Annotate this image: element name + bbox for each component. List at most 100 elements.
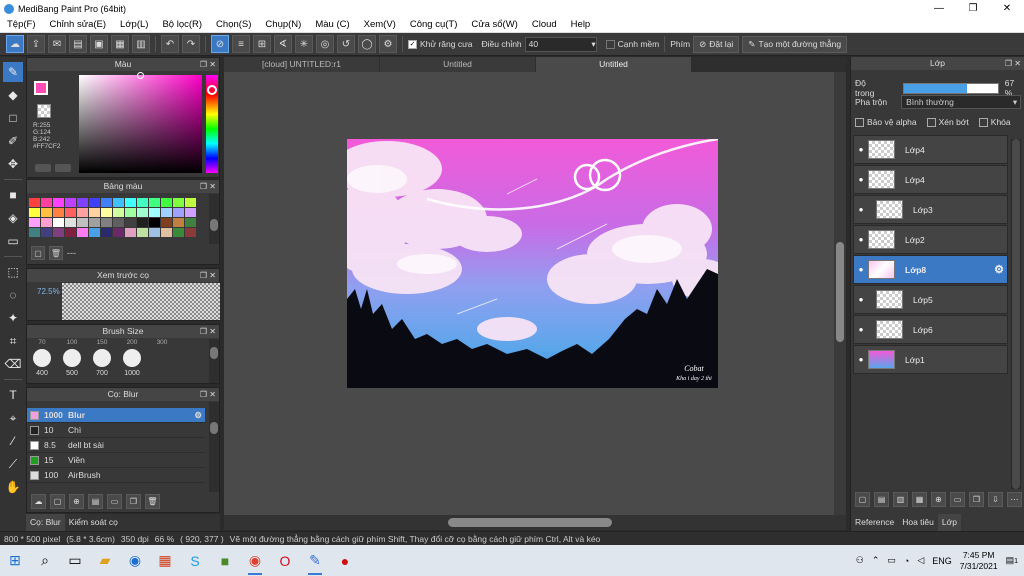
blur-tool-icon[interactable]: ✐: [3, 131, 23, 151]
office-icon[interactable]: ▦: [150, 545, 180, 576]
windows-start-icon[interactable]: ⊞: [0, 545, 30, 576]
menu-layer[interactable]: Lớp(L): [113, 19, 155, 30]
move-tool-icon[interactable]: ✥: [3, 154, 23, 174]
more-icon[interactable]: ⋯: [1007, 492, 1022, 507]
brush-size-scrollbar[interactable]: [209, 339, 219, 383]
adjust-select[interactable]: 40 ▾: [524, 36, 597, 52]
select-eraser-tool-icon[interactable]: ⌫: [3, 354, 23, 374]
eye-icon[interactable]: ●: [854, 205, 868, 214]
palette-swatch[interactable]: [173, 228, 184, 237]
radial-snap-icon[interactable]: ✳: [295, 35, 313, 53]
notification-icon[interactable]: ▤1: [1006, 555, 1018, 566]
file-explorer-icon[interactable]: ▰: [90, 545, 120, 576]
medibang-icon[interactable]: ✎: [300, 545, 330, 576]
reset-button[interactable]: ⊘ Đặt lại: [693, 35, 740, 53]
layer-item[interactable]: ● Lớp4: [853, 165, 1008, 194]
layer-item[interactable]: ● Lớp8 ⚙: [853, 255, 1008, 284]
parallel-snap-icon[interactable]: ≡: [232, 35, 250, 53]
palette-swatch[interactable]: [65, 228, 76, 237]
add-layer-dropdown-icon[interactable]: ⊕: [931, 492, 946, 507]
select-pen-tool-icon[interactable]: ⌗: [3, 331, 23, 351]
ellipse-snap-icon[interactable]: ◯: [358, 35, 376, 53]
palette-swatch[interactable]: [125, 228, 136, 237]
add-brush-icon[interactable]: ⊕: [69, 494, 84, 509]
palette-swatch[interactable]: [161, 208, 172, 217]
panel-close-icon[interactable]: ❐ ✕: [200, 388, 216, 401]
palette-swatch[interactable]: [161, 228, 172, 237]
palette-swatch[interactable]: [149, 228, 160, 237]
tab-document-untitled-active[interactable]: Untitled: [536, 57, 691, 72]
layer-item[interactable]: ● Lớp3: [853, 195, 1008, 224]
palette-swatch[interactable]: [125, 208, 136, 217]
menu-select[interactable]: Chọn(S): [209, 19, 258, 30]
brush-item[interactable]: 8.5 dell bt sài: [27, 438, 205, 453]
palette-swatch[interactable]: [65, 198, 76, 207]
artwork-canvas[interactable]: Cobat Kha i day 2 thi: [347, 139, 718, 388]
palette-swatch[interactable]: [137, 228, 148, 237]
search-icon[interactable]: ⌕: [30, 545, 60, 576]
swap-color-button[interactable]: [35, 164, 51, 172]
menu-capture[interactable]: Chụp(N): [258, 19, 308, 30]
network-icon[interactable]: ◔: [904, 556, 909, 566]
new-brush-icon[interactable]: ▢: [50, 494, 65, 509]
brush-list-scrollbar[interactable]: [209, 402, 219, 492]
gear-icon[interactable]: ⚙: [994, 263, 1004, 276]
palette-swatch[interactable]: [113, 208, 124, 217]
panel-close-icon[interactable]: ❐ ✕: [200, 269, 216, 282]
palette-swatch[interactable]: [113, 218, 124, 227]
chevron-up-icon[interactable]: ⌃: [872, 555, 880, 566]
merge-down-icon[interactable]: ⇩: [988, 492, 1003, 507]
cloud-brush-icon[interactable]: ☁: [31, 494, 46, 509]
hand-tool-icon[interactable]: ✋: [3, 477, 23, 497]
protect-alpha-checkbox[interactable]: [855, 117, 864, 127]
palette-swatch[interactable]: [41, 198, 52, 207]
palette-swatch[interactable]: [29, 218, 40, 227]
dot-tool-icon[interactable]: □: [3, 108, 23, 128]
gradient-tool-icon[interactable]: ▭: [3, 231, 23, 251]
eye-icon[interactable]: ●: [854, 145, 868, 154]
transparent-color-button[interactable]: [55, 164, 71, 172]
saturation-value-picker[interactable]: [79, 75, 202, 173]
palette-swatch[interactable]: [149, 198, 160, 207]
concentric-snap-icon[interactable]: ◎: [316, 35, 334, 53]
layer-item[interactable]: ● Lớp1: [853, 345, 1008, 374]
eye-icon[interactable]: ●: [854, 295, 868, 304]
menu-edit[interactable]: Chỉnh sửa(E): [43, 19, 114, 30]
palette-swatch[interactable]: [173, 208, 184, 217]
grid-snap-icon[interactable]: ⊞: [253, 35, 271, 53]
palette-swatch[interactable]: [89, 218, 100, 227]
new-palette-icon[interactable]: ▢: [31, 246, 45, 260]
eyedropper-tool-icon[interactable]: ⁄: [3, 431, 23, 451]
cloud-icon[interactable]: ☁: [6, 35, 24, 53]
palette-swatch[interactable]: [89, 208, 100, 217]
palette-swatch[interactable]: [41, 208, 52, 217]
maximize-button[interactable]: ❐: [956, 0, 990, 17]
palette-swatch[interactable]: [89, 228, 100, 237]
duplicate-icon[interactable]: ❐: [969, 492, 984, 507]
brush-item[interactable]: 100 AirBrush: [27, 468, 205, 483]
dropper-tool-icon[interactable]: ⟋: [3, 454, 23, 474]
volume-icon[interactable]: ◁: [917, 555, 924, 566]
menu-color[interactable]: Màu (C): [308, 19, 356, 30]
palette-swatch[interactable]: [113, 228, 124, 237]
new-1bit-layer-icon[interactable]: ▦: [912, 492, 927, 507]
layer-scrollbar[interactable]: [1011, 139, 1021, 489]
bucket-tool-icon[interactable]: ◈: [3, 208, 23, 228]
canvas-horizontal-scrollbar[interactable]: [224, 515, 846, 530]
palette-swatch[interactable]: [149, 218, 160, 227]
palette-swatch[interactable]: [29, 228, 40, 237]
brush-size-option[interactable]: 500: [57, 349, 87, 377]
eye-icon[interactable]: ●: [854, 325, 868, 334]
layer-item[interactable]: ● Lớp6: [853, 315, 1008, 344]
opacity-slider[interactable]: [903, 82, 999, 94]
eraser-tool-icon[interactable]: ◆: [3, 85, 23, 105]
palette-scrollbar[interactable]: [209, 194, 219, 244]
palette-swatch[interactable]: [101, 228, 112, 237]
palette-swatch[interactable]: [137, 198, 148, 207]
menu-window[interactable]: Cửa sổ(W): [464, 19, 524, 30]
layer-item[interactable]: ● Lớp5: [853, 285, 1008, 314]
eye-icon[interactable]: ●: [854, 235, 868, 244]
palette-swatch[interactable]: [161, 218, 172, 227]
palette-swatch[interactable]: [77, 198, 88, 207]
palette-swatch[interactable]: [173, 218, 184, 227]
